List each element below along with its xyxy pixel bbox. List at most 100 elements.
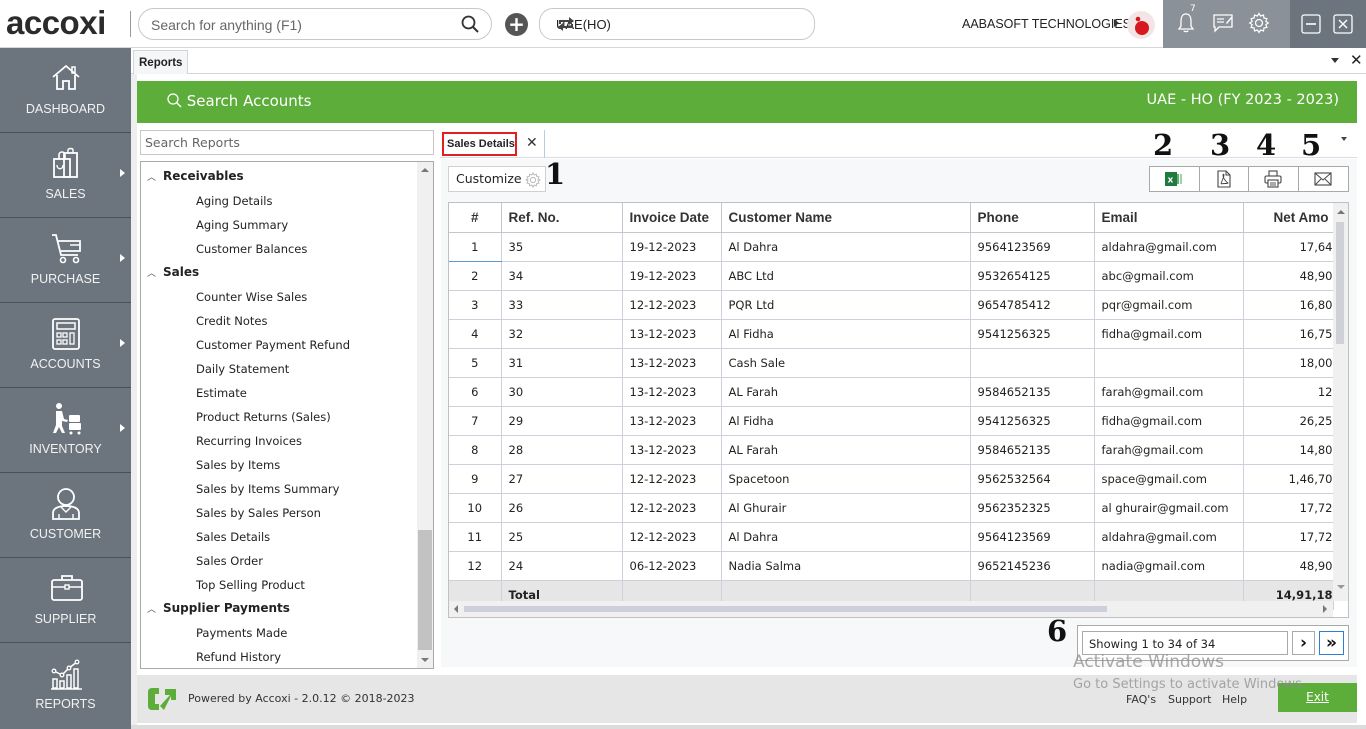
refresh-icon[interactable]	[556, 15, 806, 36]
global-search-input[interactable]	[151, 15, 451, 35]
table-row[interactable]: 12 24 06-12-2023 Nadia Salma 9652145236 nadia…	[449, 551, 1334, 581]
header-col-ref-no[interactable]: Ref. No.	[501, 203, 623, 233]
tree-item-top-selling-product[interactable]: Top Selling Product	[196, 578, 305, 602]
header-col-customer-name[interactable]: Customer Name	[721, 203, 971, 233]
tree-item-daily-statement[interactable]: Daily Statement	[196, 362, 289, 386]
tree-item-credit-notes[interactable]: Credit Notes	[196, 314, 267, 338]
add-icon[interactable]: +	[505, 13, 528, 36]
table-row[interactable]: 9 27 12-12-2023 Spacetoon 9562532564 space@gm…	[449, 464, 1334, 494]
faq-link[interactable]: FAQ's	[1126, 693, 1156, 706]
tree-item-counter-wise-sales[interactable]: Counter Wise Sales	[196, 290, 307, 314]
cell-net-amount: 18,00	[1243, 348, 1334, 378]
table-horizontal-scrollbar[interactable]	[449, 601, 1333, 617]
search-reports-field[interactable]	[140, 130, 434, 155]
nav-accounts[interactable]: ACCOUNTS	[0, 303, 131, 388]
collapse-icon[interactable]: ︿	[147, 266, 163, 279]
header-col-invoice-date[interactable]: Invoice Date	[622, 203, 722, 233]
scroll-up-icon[interactable]	[1337, 210, 1345, 214]
scroll-thumb[interactable]	[418, 530, 432, 650]
scroll-down-icon[interactable]	[1337, 585, 1345, 589]
table-row[interactable]: 5 31 13-12-2023 Cash Sale 18,00	[449, 348, 1334, 378]
header-col-net-amount[interactable]: Net Amo	[1243, 203, 1334, 233]
cell-invoice-date: 12-12-2023	[622, 464, 722, 494]
table-row[interactable]: 10 26 12-12-2023 Al Ghurair 9562352325 al ghu…	[449, 493, 1334, 523]
company-caret-icon[interactable]	[1114, 19, 1119, 27]
header-col-email[interactable]: Email	[1094, 203, 1244, 233]
search-accounts-link[interactable]: Search Accounts	[167, 92, 311, 110]
tree-item-payments-made[interactable]: Payments Made	[196, 626, 287, 650]
scroll-down-icon[interactable]	[421, 658, 429, 662]
company-name[interactable]: AABASOFT TECHNOLOGIES	[962, 17, 1131, 31]
table-vertical-scrollbar[interactable]	[1333, 203, 1348, 601]
tree-item-estimate[interactable]: Estimate	[196, 386, 247, 410]
nav-customer[interactable]: CUSTOMER	[0, 473, 131, 558]
scroll-thumb[interactable]	[1336, 222, 1344, 344]
gear-icon[interactable]	[1248, 12, 1270, 38]
nav-supplier[interactable]: SUPPLIER	[0, 558, 131, 643]
tree-item-sales-by-sales-person[interactable]: Sales by Sales Person	[196, 506, 321, 530]
tree-item-product-returns[interactable]: Product Returns (Sales)	[196, 410, 331, 434]
nav-inventory[interactable]: INVENTORY	[0, 388, 131, 473]
table-row[interactable]: 2 34 19-12-2023 ABC Ltd 9532654125 abc@gmail.…	[449, 261, 1334, 291]
table-row[interactable]: 3 33 12-12-2023 PQR Ltd 9654785412 pqr@gmail.…	[449, 290, 1334, 320]
export-excel-button[interactable]: x	[1150, 167, 1200, 191]
scroll-up-icon[interactable]	[421, 168, 429, 172]
print-button[interactable]	[1249, 167, 1299, 191]
nav-dashboard[interactable]: DASHBOARD	[0, 48, 131, 133]
close-report-tab-icon[interactable]: ✕	[526, 135, 538, 151]
cell-phone: 9541256325	[970, 406, 1095, 436]
scroll-thumb[interactable]	[464, 606, 1107, 612]
export-pdf-button[interactable]	[1200, 167, 1249, 191]
support-link[interactable]: Support	[1168, 693, 1211, 706]
tree-item-recurring-invoices[interactable]: Recurring Invoices	[196, 434, 302, 458]
tree-item-sales-by-items[interactable]: Sales by Items	[196, 458, 280, 482]
table-row[interactable]: 1 35 19-12-2023 Al Dahra 9564123569 aldahra@g…	[449, 232, 1334, 262]
tree-group-receivables[interactable]: ︿ Receivables	[147, 169, 244, 193]
tab-sales-details[interactable]: Sales Details	[442, 132, 517, 156]
tree-scrollbar[interactable]	[417, 162, 433, 668]
close-tab-icon[interactable]: ✕	[1350, 51, 1363, 69]
header-col-index[interactable]: #	[449, 203, 502, 233]
close-window-icon[interactable]	[1333, 14, 1353, 38]
collapse-icon[interactable]: ︿	[147, 602, 163, 615]
minimize-icon[interactable]	[1301, 14, 1321, 38]
feedback-icon[interactable]	[1212, 12, 1234, 38]
table-row[interactable]: 7 29 13-12-2023 Al Fidha 9541256325 fidha@gma…	[449, 406, 1334, 436]
scroll-right-icon[interactable]	[1323, 605, 1327, 613]
bell-icon[interactable]	[1176, 12, 1196, 38]
global-search[interactable]	[138, 8, 492, 40]
tree-item-sales-by-items-summary[interactable]: Sales by Items Summary	[196, 482, 339, 506]
tree-item-customer-payment-refund[interactable]: Customer Payment Refund	[196, 338, 350, 362]
cell-index: 1	[449, 232, 502, 262]
table-row[interactable]: 11 25 12-12-2023 Al Dahra 9564123569 aldahra@…	[449, 522, 1334, 552]
collapse-icon[interactable]: ︿	[147, 170, 163, 183]
tree-item-aging-summary[interactable]: Aging Summary	[196, 218, 288, 242]
header-col-phone[interactable]: Phone	[970, 203, 1095, 233]
tree-item-sales-details[interactable]: Sales Details	[196, 530, 270, 554]
tree-item-refund-history[interactable]: Refund History	[196, 650, 281, 668]
next-page-button[interactable]: ›	[1292, 631, 1315, 655]
tree-item-customer-balances[interactable]: Customer Balances	[196, 242, 307, 266]
tab-reports[interactable]: Reports	[133, 50, 188, 75]
tab-list-dropdown-icon[interactable]	[1331, 58, 1339, 63]
table-row[interactable]: 6 30 13-12-2023 AL Farah 9584652135 farah@gma…	[449, 377, 1334, 407]
help-link[interactable]: Help	[1222, 693, 1247, 706]
tree-item-aging-details[interactable]: Aging Details	[196, 194, 272, 218]
last-page-button[interactable]: »	[1319, 631, 1344, 655]
branch-selector[interactable]: UAE(HO)	[539, 8, 815, 40]
tree-group-supplier-payments[interactable]: ︿ Supplier Payments	[147, 601, 290, 625]
tree-item-sales-order[interactable]: Sales Order	[196, 554, 263, 578]
customize-button[interactable]: Customize	[448, 166, 546, 192]
search-icon[interactable]	[461, 15, 479, 37]
nav-purchase[interactable]: PURCHASE	[0, 218, 131, 303]
table-row[interactable]: 8 28 13-12-2023 AL Farah 9584652135 farah@gma…	[449, 435, 1334, 465]
nav-sales[interactable]: SALES	[0, 133, 131, 218]
search-reports-input[interactable]	[141, 131, 433, 154]
tree-group-sales[interactable]: ︿ Sales	[147, 265, 199, 289]
nav-reports[interactable]: REPORTS	[0, 643, 131, 728]
email-button[interactable]	[1299, 167, 1349, 191]
scroll-left-icon[interactable]	[454, 605, 458, 613]
table-row[interactable]: 4 32 13-12-2023 Al Fidha 9541256325 fidha@gma…	[449, 319, 1334, 349]
report-menu-dropdown-icon[interactable]	[1341, 137, 1347, 141]
user-avatar[interactable]	[1127, 11, 1155, 39]
